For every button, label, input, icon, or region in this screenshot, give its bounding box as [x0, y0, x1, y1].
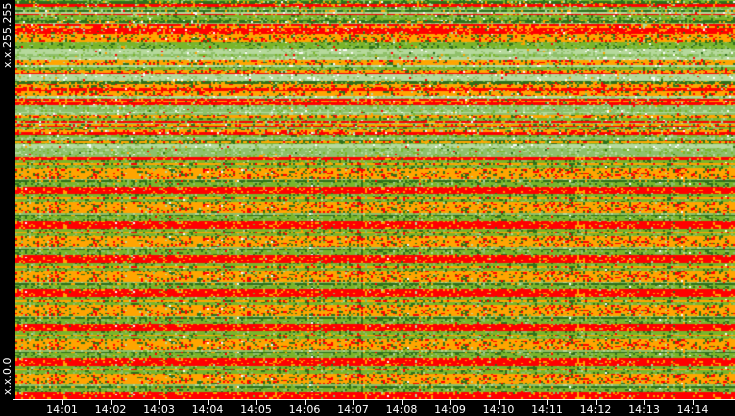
x-tick-label: 14:14	[676, 403, 709, 416]
x-tick-label: 14:11	[531, 403, 563, 416]
x-tick-label: 14:05	[240, 403, 272, 416]
y-tick-label-bottom: x.x.0.0	[1, 357, 14, 395]
y-tick-label-top: x.x.255.255	[1, 2, 14, 68]
x-tick-label: 14:10	[482, 403, 515, 416]
x-tick-label: 14:04	[191, 403, 224, 416]
x-tick-label: 14:03	[143, 403, 175, 416]
x-tick-label: 14:06	[288, 403, 321, 416]
x-tick-label: 14:07	[337, 403, 369, 416]
x-tick-label: 14:09	[434, 403, 466, 416]
heatmap-plot-area	[15, 0, 735, 399]
x-axis-line	[13, 399, 735, 400]
x-tick-label: 14:12	[579, 403, 612, 416]
x-tick-label: 14:13	[628, 403, 660, 416]
x-tick-label: 14:08	[385, 403, 418, 416]
x-tick-label: 14:02	[94, 403, 127, 416]
x-tick-label: 14:01	[46, 403, 78, 416]
